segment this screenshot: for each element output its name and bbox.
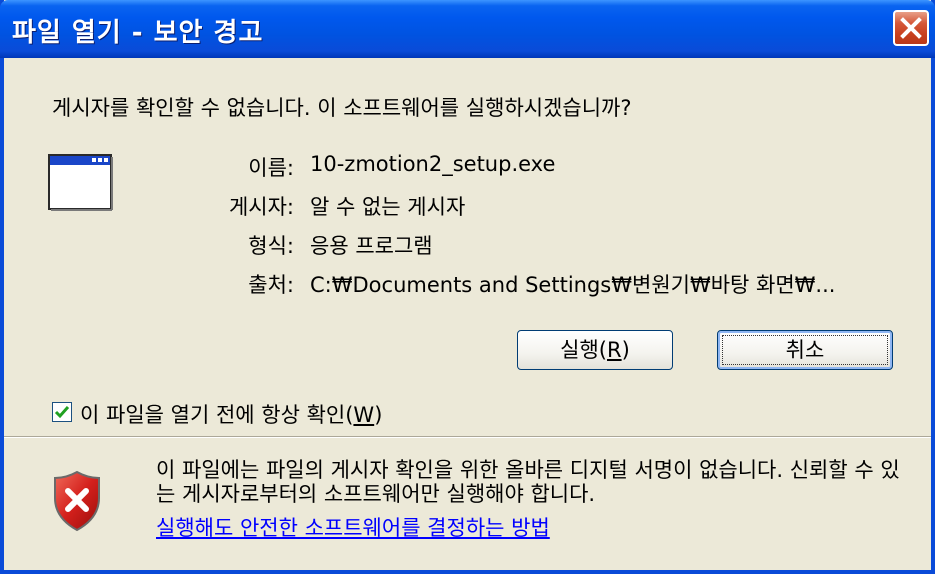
- always-ask-mnemonic: W: [353, 403, 375, 427]
- cancel-button[interactable]: 취소: [717, 330, 893, 370]
- info-row-from: 출처: C:₩Documents and Settings₩변원기₩바탕 화면₩…: [4, 269, 904, 297]
- focus-rectangle: [722, 335, 888, 365]
- info-row-name: 이름: 10-zmotion2_setup.exe: [4, 152, 904, 180]
- always-ask-label-text: 이 파일을 열기 전에 항상 확인(: [80, 403, 354, 427]
- from-value: C:₩Documents and Settings₩변원기₩바탕 화면₩...: [310, 273, 836, 297]
- divider: [4, 436, 931, 438]
- type-label: 형식:: [248, 234, 294, 258]
- window-title: 파일 열기 - 보안 경고: [12, 18, 264, 48]
- name-value: 10-zmotion2_setup.exe: [310, 152, 556, 176]
- from-label: 출처:: [248, 273, 294, 297]
- title-bar[interactable]: 파일 열기 - 보안 경고: [0, 0, 935, 58]
- info-row-type: 형식: 응용 프로그램: [4, 230, 904, 258]
- run-button[interactable]: 실행(R): [517, 330, 673, 370]
- info-row-publisher: 게시자: 알 수 없는 게시자: [4, 191, 904, 219]
- publisher-label: 게시자:: [228, 195, 294, 219]
- always-ask-checkbox[interactable]: [52, 402, 72, 422]
- name-label: 이름:: [248, 156, 294, 180]
- warning-message: 이 파일에는 파일의 게시자 확인을 위한 올바른 디지털 서명이 없습니다. …: [156, 458, 900, 506]
- always-ask-label[interactable]: 이 파일을 열기 전에 항상 확인(W): [80, 399, 382, 429]
- always-ask-label-end: ): [374, 403, 383, 427]
- run-button-mnemonic: R: [607, 338, 622, 362]
- security-warning-dialog: 파일 열기 - 보안 경고 게시자를 확인할 수 없습니다. 이 소프트웨어를 …: [0, 0, 935, 574]
- help-link[interactable]: 실행해도 안전한 소프트웨어를 결정하는 방법: [156, 512, 550, 542]
- run-button-label-end: ): [621, 338, 630, 362]
- close-button[interactable]: [893, 10, 929, 46]
- question-text: 게시자를 확인할 수 없습니다. 이 소프트웨어를 실행하시겠습니까?: [52, 96, 632, 120]
- type-value: 응용 프로그램: [310, 234, 433, 258]
- checkmark-icon: [54, 406, 70, 419]
- publisher-value: 알 수 없는 게시자: [310, 195, 466, 219]
- run-button-label: 실행(: [560, 338, 608, 362]
- close-icon: [900, 17, 922, 39]
- security-shield-icon: [54, 470, 100, 532]
